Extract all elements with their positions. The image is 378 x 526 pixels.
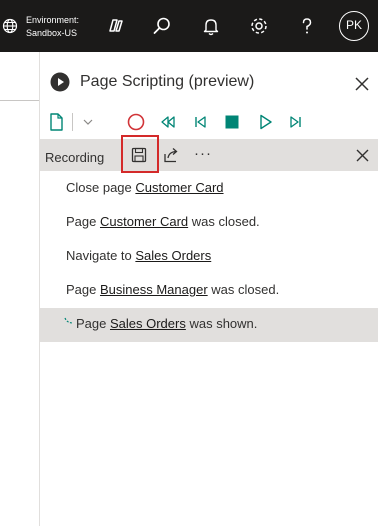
page-scripting-panel: Page Scripting (preview) Recording ··· C…	[40, 52, 378, 526]
gear-icon[interactable]	[248, 15, 270, 37]
environment-name: Sandbox-US	[26, 28, 78, 38]
divider	[0, 100, 39, 101]
loading-spinner-icon	[64, 317, 74, 324]
chevron-down-icon[interactable]	[76, 110, 100, 134]
record-icon[interactable]	[124, 110, 148, 134]
close-icon[interactable]	[355, 77, 369, 91]
list-item[interactable]: Page Business Manager was closed.	[40, 274, 378, 308]
new-recording-icon[interactable]	[44, 110, 68, 134]
close-recording-icon[interactable]	[356, 149, 369, 162]
environment-label: Environment:	[26, 15, 80, 25]
top-bar: Environment: Sandbox-US PK	[0, 0, 378, 52]
step-link[interactable]: Customer Card	[100, 214, 188, 229]
step-text: Page Customer Card was closed.	[66, 214, 260, 229]
panel-title: Page Scripting (preview)	[80, 73, 255, 90]
step-text: Page Business Manager was closed.	[66, 282, 280, 297]
step-link[interactable]: Sales Orders	[110, 316, 186, 331]
panel-header: Page Scripting (preview)	[40, 52, 378, 102]
list-item[interactable]: Navigate to Sales Orders	[40, 240, 378, 274]
step-link[interactable]: Business Manager	[100, 282, 208, 297]
share-icon[interactable]	[162, 146, 180, 164]
step-link[interactable]: Sales Orders	[135, 248, 211, 263]
search-icon[interactable]	[151, 15, 173, 37]
list-item[interactable]: Page Customer Card was closed.	[40, 206, 378, 240]
play-circle-icon	[50, 72, 70, 92]
avatar[interactable]: PK	[339, 11, 369, 41]
globe-icon	[2, 18, 18, 34]
recorded-steps-list: Close page Customer Card Page Customer C…	[40, 172, 378, 342]
play-icon[interactable]	[253, 110, 277, 134]
more-options-icon[interactable]: ···	[194, 145, 212, 162]
recording-label: Recording	[45, 150, 105, 165]
step-text: Navigate to Sales Orders	[66, 248, 212, 263]
recording-toolbar	[40, 110, 378, 136]
copilot-icon[interactable]	[104, 15, 126, 37]
list-item[interactable]: Close page Customer Card	[40, 172, 378, 206]
toolbar-divider	[72, 113, 73, 131]
bell-icon[interactable]	[200, 15, 222, 37]
skip-to-start-icon[interactable]	[188, 110, 212, 134]
page-content-area	[0, 52, 40, 526]
save-icon[interactable]	[130, 146, 148, 164]
help-icon[interactable]	[296, 15, 318, 37]
recording-bar: Recording ···	[40, 135, 378, 173]
rewind-icon[interactable]	[156, 110, 180, 134]
step-text: Close page Customer Card	[66, 180, 224, 195]
step-link[interactable]: Customer Card	[135, 180, 223, 195]
step-text: Page Sales Orders was shown.	[76, 316, 258, 331]
list-item-selected[interactable]: Page Sales Orders was shown.	[40, 308, 378, 342]
environment-info[interactable]: Environment: Sandbox-US	[26, 14, 79, 40]
stop-icon[interactable]	[220, 110, 244, 134]
skip-to-end-icon[interactable]	[284, 110, 308, 134]
